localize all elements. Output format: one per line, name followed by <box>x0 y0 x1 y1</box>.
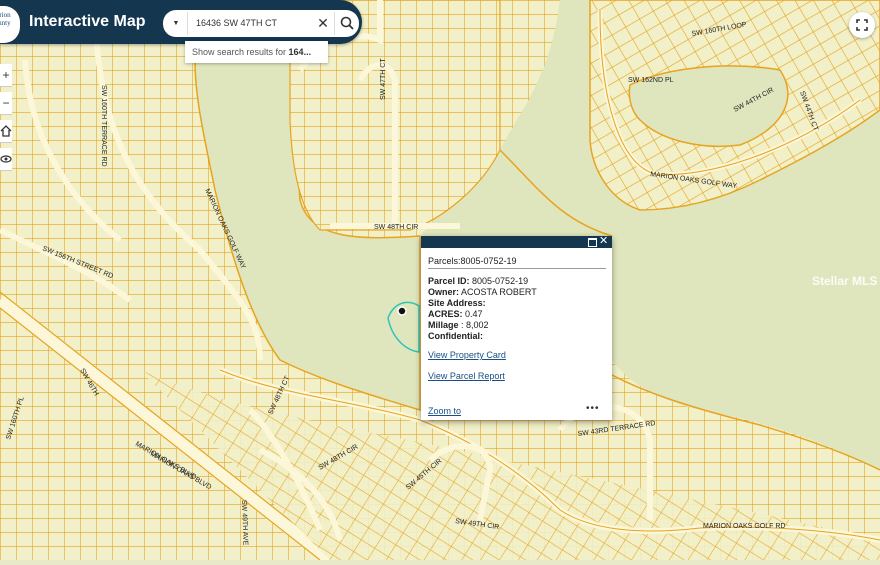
street-label: SW 48TH CIR <box>374 224 418 231</box>
zoom-in-button[interactable]: + <box>0 64 12 87</box>
caret-down-icon[interactable]: ▼ <box>165 12 188 35</box>
street-label: SW 160TH TERRACE RD <box>100 85 107 167</box>
county-logo: Marion County <box>0 6 20 43</box>
search-box: ▼ ✕ <box>163 10 359 37</box>
parcel-popup: ✕ Parcels:8005-0752-19 Parcel ID: 8005-0… <box>421 235 612 420</box>
fullscreen-button[interactable] <box>849 12 875 38</box>
suggestion-term: 164... <box>288 47 312 57</box>
layers-button[interactable] <box>0 148 12 171</box>
field-site-address: Site Address: <box>428 298 486 308</box>
zoom-out-button[interactable]: − <box>0 92 12 115</box>
close-icon[interactable]: ✕ <box>314 14 332 32</box>
search-button[interactable] <box>334 12 359 35</box>
search-suggestion[interactable]: Show search results for 164... <box>185 41 328 63</box>
zoom-to-link[interactable]: Zoom to <box>428 406 461 416</box>
plus-icon: + <box>2 68 10 82</box>
view-property-card-link[interactable]: View Property Card <box>428 350 506 360</box>
street-label: MARION OAKS GOLF RD <box>703 523 785 530</box>
suggestion-prefix: Show search results for <box>192 47 289 57</box>
maximize-icon[interactable] <box>588 238 597 247</box>
view-parcel-report-link[interactable]: View Parcel Report <box>428 371 505 381</box>
field-acres: ACRES: 0.47 <box>428 309 483 319</box>
eye-icon <box>0 155 12 163</box>
app-title: Interactive Map <box>29 13 146 30</box>
search-input[interactable] <box>196 16 314 30</box>
field-millage: Millage : 8,002 <box>428 320 489 330</box>
popup-titlebar: ✕ <box>421 235 612 248</box>
fullscreen-icon <box>856 19 868 31</box>
search-icon <box>340 16 354 30</box>
close-icon[interactable]: ✕ <box>599 235 608 248</box>
field-confidential: Confidential: <box>428 331 483 341</box>
street-label: SW 47TH CT <box>380 58 387 100</box>
app-header: Marion County Interactive Map ▼ ✕ <box>0 0 362 44</box>
popup-divider <box>428 268 606 269</box>
minus-icon: − <box>2 96 10 110</box>
popup-title: Parcels:8005-0752-19 <box>428 256 517 266</box>
location-marker <box>397 306 407 316</box>
home-icon <box>0 125 12 137</box>
street-label: SW 162ND PL <box>628 77 674 84</box>
watermark: Stellar MLS <box>812 274 878 288</box>
field-owner: Owner: ACOSTA ROBERT <box>428 287 537 297</box>
more-actions-button[interactable]: ••• <box>586 403 600 414</box>
field-parcel-id: Parcel ID: 8005-0752-19 <box>428 276 529 286</box>
home-button[interactable] <box>0 120 12 143</box>
